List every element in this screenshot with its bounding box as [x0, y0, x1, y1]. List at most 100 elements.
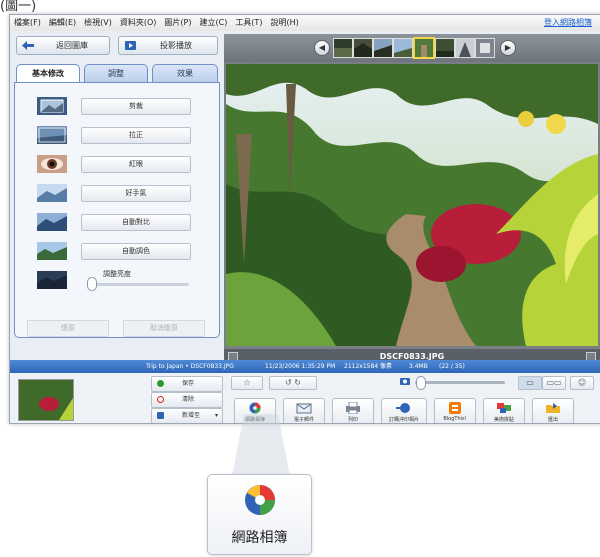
left-arrow-icon: ◀	[318, 43, 326, 52]
people-icon: ☺	[577, 378, 587, 387]
blogger-icon	[449, 402, 461, 414]
star-icon: ☆	[243, 378, 251, 387]
fix-row-redeye: 紅眼	[37, 155, 197, 177]
filmstrip-thumb-1[interactable]	[333, 38, 353, 58]
back-to-library-button[interactable]: 返回圖庫	[16, 36, 110, 55]
filmstrip-thumb-6[interactable]	[435, 38, 455, 58]
undo-button[interactable]: 復原	[27, 320, 109, 337]
filmstrip: ◀ ▶	[224, 34, 600, 62]
edit-tabs: 基本修改 調整 效果 剪裁 拉正 紅眼 好手氣 自動對比 自動調色 調整亮度 復…	[14, 64, 220, 338]
globe-icon	[396, 403, 410, 413]
export-button[interactable]: 匯出	[532, 398, 574, 423]
tab-tuning[interactable]: 調整	[84, 64, 148, 83]
menu-picture[interactable]: 圖片(P)	[160, 15, 195, 31]
menu-folder[interactable]: 資料夾(O)	[116, 15, 161, 31]
rotate-buttons[interactable]: ↺ ↻	[269, 376, 317, 390]
autocontrast-thumbnail	[37, 213, 67, 231]
redeye-thumbnail	[37, 155, 67, 173]
zoom-slider-track[interactable]	[415, 381, 505, 384]
fill-light-label: 調整亮度	[103, 270, 131, 278]
fix-row-fill-light: 調整亮度	[37, 270, 197, 293]
photo-viewer: ◀ ▶ DSCF0833.JPG	[224, 34, 600, 364]
redo-button[interactable]: 取消復原	[123, 320, 205, 337]
single-view-icon: ▭	[526, 378, 534, 387]
filmstrip-thumb-4[interactable]	[393, 38, 413, 58]
tab-basic-fixes[interactable]: 基本修改	[16, 64, 80, 83]
straighten-button[interactable]: 拉正	[81, 127, 191, 144]
email-label: 電子郵件	[293, 417, 314, 423]
clear-button[interactable]: 清除	[151, 392, 223, 408]
add-to-button[interactable]: 新增至 ▾	[151, 408, 223, 423]
fill-light-slider-handle[interactable]	[87, 277, 97, 291]
slideshow-icon	[125, 41, 136, 50]
hold-icon	[157, 380, 164, 387]
fill-light-thumbnail	[37, 271, 67, 289]
filmstrip-thumb-selected[interactable]	[413, 37, 435, 59]
menu-help[interactable]: 說明(H)	[266, 15, 302, 31]
status-dimensions: 2112x1584 像素	[344, 363, 392, 370]
export-folder-icon	[546, 403, 560, 413]
next-photo-button[interactable]: ▶	[500, 40, 516, 56]
hold-label: 保存	[182, 380, 195, 387]
collage-icon	[497, 403, 511, 413]
status-position: (22 / 35)	[439, 363, 465, 370]
view-compare-button[interactable]: ▭▭	[542, 376, 566, 390]
picasa-logo-icon	[249, 402, 261, 414]
zoom-slider-handle[interactable]	[416, 376, 426, 390]
view-single-button[interactable]: ▭	[518, 376, 542, 390]
clear-icon	[157, 396, 164, 403]
compare-view-icon: ▭▭	[546, 378, 562, 387]
picasa-window: 檔案(F) 編輯(E) 檢視(V) 資料夾(O) 圖片(P) 建立(C) 工具(T) 說明(H…	[9, 14, 600, 424]
filmstrip-thumb-2[interactable]	[353, 38, 373, 58]
order-prints-button[interactable]: 訂購沖印相片	[381, 398, 427, 423]
callout-pointer	[232, 414, 290, 476]
im-feeling-lucky-button[interactable]: 好手氣	[81, 185, 191, 202]
printer-icon	[346, 402, 360, 414]
tray-thumbnail[interactable]	[18, 379, 74, 421]
add-to-label: 新增至	[182, 412, 201, 419]
status-album: Trip to Japan • DSCF0833.JPG	[146, 363, 234, 370]
menu-file[interactable]: 檔案(F)	[10, 15, 45, 31]
lucky-thumbnail	[37, 184, 67, 202]
filmstrip-thumb-8[interactable]	[475, 38, 495, 58]
status-size: 3.4MB	[409, 363, 428, 370]
status-bar: Trip to Japan • DSCF0833.JPG 11/23/2006 …	[10, 360, 600, 373]
previous-photo-button[interactable]: ◀	[314, 40, 330, 56]
export-label: 匯出	[547, 417, 558, 423]
menu-view[interactable]: 檢視(V)	[80, 15, 116, 31]
signin-link[interactable]: 登入網路相簿	[544, 15, 592, 31]
people-button[interactable]: ☺	[570, 376, 594, 390]
email-icon	[296, 403, 312, 414]
fix-row-lucky: 好手氣	[37, 184, 197, 206]
crop-button[interactable]: 剪裁	[81, 98, 191, 115]
menu-tools[interactable]: 工具(T)	[231, 15, 266, 31]
star-button[interactable]: ☆	[231, 376, 263, 390]
order-prints-label: 訂購沖印相片	[388, 417, 419, 423]
print-button[interactable]: 列印	[332, 398, 374, 423]
hold-button[interactable]: 保存	[151, 376, 223, 392]
photo-tray: 保存 清除 新增至 ▾ ☆ ↺ ↻ ▭ ▭▭ ☺ 網路相簿 電子郵件 列印 訂購沖…	[10, 373, 600, 423]
back-arrow-icon	[22, 41, 34, 50]
fix-row-autocolor: 自動調色	[37, 242, 197, 264]
collage-button[interactable]: 美術拼貼	[483, 398, 525, 423]
redeye-button[interactable]: 紅眼	[81, 156, 191, 173]
blogthis-button[interactable]: BlogThis!	[434, 398, 476, 423]
filmstrip-thumb-7[interactable]	[455, 38, 475, 58]
callout-label: 網路相簿	[231, 530, 288, 546]
auto-color-button[interactable]: 自動調色	[81, 243, 191, 260]
menu-bar: 檔案(F) 編輯(E) 檢視(V) 資料夾(O) 圖片(P) 建立(C) 工具(T) 說明(H…	[10, 15, 600, 31]
clear-label: 清除	[182, 396, 195, 403]
album-icon	[157, 412, 164, 419]
menu-create[interactable]: 建立(C)	[195, 15, 231, 31]
filmstrip-thumb-3[interactable]	[373, 38, 393, 58]
straighten-thumbnail	[37, 126, 67, 144]
fix-row-crop: 剪裁	[37, 97, 197, 119]
auto-contrast-button[interactable]: 自動對比	[81, 214, 191, 231]
fill-light-track[interactable]	[89, 283, 189, 286]
fix-row-straighten: 拉正	[37, 126, 197, 148]
rotate-left-icon: ↺	[285, 378, 292, 387]
tab-effects[interactable]: 效果	[152, 64, 218, 83]
menu-edit[interactable]: 編輯(E)	[45, 15, 80, 31]
fix-row-autocontrast: 自動對比	[37, 213, 197, 235]
slideshow-button[interactable]: 投影播放	[118, 36, 218, 55]
